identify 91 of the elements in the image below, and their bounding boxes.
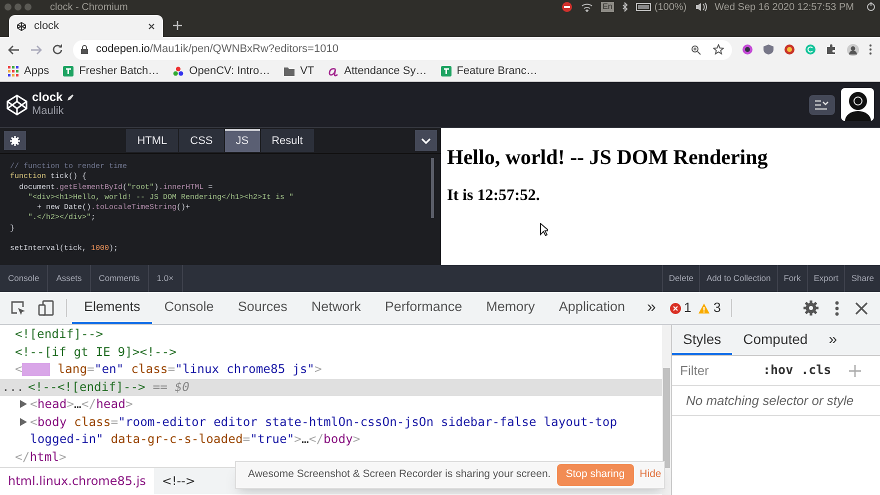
dom-node-line[interactable]: < lang="en" class="linux chrome85 js"> (0, 361, 662, 378)
address-bar[interactable]: codepen.io/Mau1ik/pen/QWNBxRw?editors=1010 (73, 40, 732, 60)
breadcrumb[interactable]: <!--> (154, 468, 204, 494)
scrollbar[interactable] (663, 368, 670, 468)
close-icon[interactable] (148, 22, 155, 30)
layout-button[interactable] (809, 94, 835, 114)
codepen-logo-icon[interactable] (6, 94, 28, 116)
record-icon[interactable] (560, 2, 573, 12)
issues-counter[interactable]: 1 3 (666, 299, 732, 317)
settings-button[interactable] (4, 131, 26, 150)
bluetooth-icon[interactable] (622, 2, 628, 12)
puzzle-icon[interactable] (826, 44, 837, 55)
hover-toggle[interactable]: :hov (763, 361, 794, 380)
power-icon[interactable] (866, 2, 876, 12)
bookmark[interactable]: Apps (8, 63, 50, 80)
menu-icon[interactable] (869, 44, 872, 55)
dom-node-line[interactable]: <![endif]--> (0, 326, 662, 344)
window-title: clock - Chromium (50, 0, 128, 14)
devtools-tab[interactable]: Application (546, 292, 637, 324)
dom-node-line[interactable]: <head>…</head> (0, 396, 662, 414)
breadcrumb[interactable]: html.linux.chrome85.js (0, 468, 154, 494)
bookmark[interactable]: Fresher Batch… (63, 63, 160, 80)
styles-tab[interactable]: Styles (672, 325, 732, 355)
preview-subheading: It is 12:57:52. (447, 186, 541, 206)
close-icon[interactable] (855, 302, 868, 314)
devtools-tab[interactable]: Sources (226, 292, 300, 324)
shield-icon[interactable] (763, 44, 774, 55)
badge-icon[interactable] (784, 44, 795, 55)
lock-icon (81, 45, 88, 54)
inspect-icon[interactable] (11, 300, 26, 316)
pen-title: clock (32, 90, 63, 106)
more-tabs-button[interactable]: » (818, 325, 848, 355)
new-tab-icon[interactable] (173, 21, 182, 30)
codepen-icon (17, 22, 26, 30)
editor-tab[interactable]: Result (260, 129, 314, 152)
styles-tab[interactable]: Computed (732, 325, 819, 355)
sheet-icon (63, 66, 74, 77)
reload-icon[interactable] (52, 44, 63, 55)
date-time[interactable]: Wed Sep 16 2020 12:57:53 PM (714, 0, 854, 14)
scrollbar[interactable] (431, 158, 434, 218)
preview-heading: Hello, world! -- JS DOM Rendering (447, 144, 769, 171)
expand-triangle-icon[interactable] (20, 400, 27, 408)
wifi-icon[interactable] (580, 2, 593, 12)
warning-icon (698, 302, 710, 314)
profile-avatar-icon[interactable] (847, 44, 859, 56)
editor-tab[interactable]: CSS (179, 129, 224, 152)
devtools-tab[interactable]: Performance (372, 292, 474, 324)
circles-logo-icon (173, 66, 184, 77)
bookmark[interactable]: Attendance Sy… (328, 63, 427, 80)
mouse-cursor-icon (540, 223, 548, 236)
empty-styles-message: No matching selector or style (672, 386, 880, 416)
pencil-icon[interactable] (66, 94, 74, 102)
user-avatar[interactable] (841, 88, 874, 121)
volume-icon[interactable] (694, 2, 707, 12)
dom-node-line[interactable]: <!--[if gt IE 9]><!--> (0, 344, 662, 361)
color-wheel-icon[interactable] (742, 44, 753, 55)
collapse-button[interactable] (415, 130, 437, 151)
letter-icon (328, 66, 340, 77)
bookmark[interactable]: Feature Branc… (440, 63, 538, 80)
devtools-tab[interactable]: Console (152, 292, 226, 324)
share-message: Awesome Screenshot & Screen Recorder is sharing your screen. (248, 467, 551, 482)
editor-tab[interactable]: HTML (126, 129, 178, 152)
dom-node-line[interactable]: <body class="room-editor editor state-htmlOn-cssOn-jsOn sidebar-false layout-top logged-in" data-gr-c-s-loaded="true">…</body> (0, 414, 662, 448)
chevron-down-icon (421, 138, 431, 144)
battery-icon[interactable] (636, 3, 652, 11)
back-icon[interactable] (8, 44, 20, 54)
more-tabs-button[interactable]: » (636, 292, 666, 324)
browser-tab[interactable]: clock (9, 15, 163, 37)
devtools-tab[interactable]: Network (299, 292, 373, 324)
layout-icon (815, 100, 829, 110)
settings-icon[interactable] (803, 300, 819, 316)
folder-icon (284, 66, 296, 77)
language-indicator[interactable]: En (600, 2, 614, 12)
bookmark[interactable]: OpenCV: Intro… (173, 63, 270, 80)
editor-tab[interactable]: JS (224, 129, 260, 152)
star-icon[interactable] (713, 44, 724, 55)
error-icon (670, 302, 681, 314)
battery-level[interactable]: (100%) (654, 0, 687, 14)
devtools-tab[interactable]: Memory (474, 292, 547, 324)
expand-triangle-icon[interactable] (20, 418, 27, 426)
sheet-icon (440, 66, 452, 77)
settings-icon (10, 136, 20, 146)
apps-grid-icon (8, 66, 19, 77)
avatar-silhouette-icon (842, 90, 872, 121)
more-options-icon[interactable] (835, 300, 839, 316)
devtools-tab[interactable]: Elements (72, 292, 152, 324)
zoom-icon[interactable] (691, 44, 701, 54)
device-toolbar-icon[interactable] (38, 300, 54, 316)
class-toggle[interactable]: .cls (801, 361, 832, 380)
author-name[interactable]: Maulik (32, 105, 74, 119)
bookmark[interactable]: VT (284, 63, 314, 80)
